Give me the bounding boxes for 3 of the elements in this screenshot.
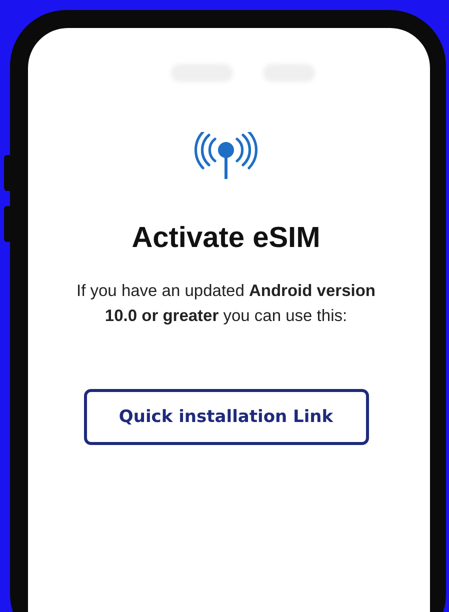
screen-title: Activate eSIM bbox=[132, 222, 320, 255]
description-text: If you have an updated Android version 10.0 or greater you can use this: bbox=[76, 281, 376, 327]
quick-installation-link-button[interactable]: Quick installation Link bbox=[84, 389, 368, 445]
